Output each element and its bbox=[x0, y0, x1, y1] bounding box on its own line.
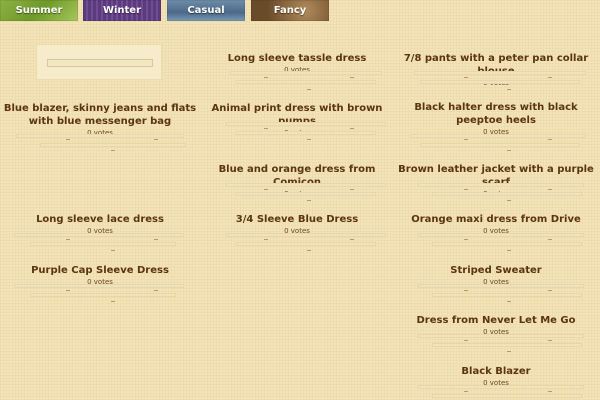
rating-bar[interactable] bbox=[420, 143, 580, 147]
tab-fancy[interactable]: Fancy bbox=[251, 0, 329, 21]
rating-bar[interactable] bbox=[226, 122, 386, 126]
separator bbox=[66, 239, 70, 240]
outfit-title[interactable]: Black halter dress with black peeptoe he… bbox=[404, 101, 588, 127]
separator bbox=[264, 128, 268, 129]
rating-bar[interactable] bbox=[16, 134, 184, 138]
separator bbox=[548, 391, 552, 392]
rating-bar[interactable] bbox=[410, 134, 586, 138]
separator bbox=[464, 391, 468, 392]
rating-bar[interactable] bbox=[226, 233, 386, 237]
separator bbox=[548, 139, 552, 140]
search-panel bbox=[36, 44, 162, 80]
tab-summer[interactable]: Summer bbox=[0, 0, 78, 21]
outfit-title[interactable]: Black Blazer bbox=[404, 365, 588, 378]
separator bbox=[548, 290, 552, 291]
separator bbox=[264, 77, 268, 78]
rating-bar[interactable] bbox=[30, 293, 176, 297]
separator bbox=[66, 139, 70, 140]
separator bbox=[350, 189, 354, 190]
separator bbox=[350, 77, 354, 78]
rating-bar[interactable] bbox=[418, 284, 584, 288]
outfit-title[interactable]: Long sleeve lace dress bbox=[10, 213, 190, 226]
outfit-title[interactable]: Blue blazer, skinny jeans and flats with… bbox=[2, 102, 198, 128]
separator bbox=[350, 128, 354, 129]
rating-bar[interactable] bbox=[236, 192, 376, 196]
rating-bar[interactable] bbox=[432, 343, 582, 347]
separator bbox=[307, 250, 311, 251]
separator bbox=[154, 290, 158, 291]
rating-bar[interactable] bbox=[418, 183, 584, 187]
rating-bar[interactable] bbox=[236, 80, 376, 84]
outfit-title[interactable]: 3/4 Sleeve Blue Dress bbox=[208, 213, 386, 226]
rating-bar[interactable] bbox=[420, 80, 580, 84]
rating-bar[interactable] bbox=[230, 71, 382, 75]
rating-bar[interactable] bbox=[226, 183, 386, 187]
outfit-title[interactable]: Orange maxi dress from Drive bbox=[404, 213, 588, 226]
separator bbox=[111, 301, 115, 302]
separator bbox=[548, 340, 552, 341]
outfit-title[interactable]: Dress from Never Let Me Go bbox=[404, 314, 588, 327]
rating-bar[interactable] bbox=[236, 131, 376, 135]
rating-bar[interactable] bbox=[418, 385, 584, 389]
separator bbox=[264, 239, 268, 240]
separator bbox=[548, 189, 552, 190]
rating-bar[interactable] bbox=[418, 334, 584, 338]
separator bbox=[548, 77, 552, 78]
list-item[interactable]: Black halter dress with black peeptoe he… bbox=[404, 101, 588, 137]
separator bbox=[507, 150, 511, 151]
rating-bar[interactable] bbox=[40, 143, 186, 147]
separator bbox=[350, 239, 354, 240]
rating-bar[interactable] bbox=[14, 233, 184, 237]
rating-bar[interactable] bbox=[14, 284, 184, 288]
separator bbox=[111, 250, 115, 251]
separator bbox=[111, 150, 115, 151]
list-item[interactable]: Blue blazer, skinny jeans and flats with… bbox=[2, 102, 198, 138]
separator bbox=[464, 139, 468, 140]
rating-bar[interactable] bbox=[418, 233, 584, 237]
rating-bar[interactable] bbox=[414, 71, 586, 75]
separator bbox=[154, 139, 158, 140]
separator bbox=[507, 89, 511, 90]
separator bbox=[507, 351, 511, 352]
separator bbox=[464, 239, 468, 240]
separator bbox=[307, 200, 311, 201]
rating-bar[interactable] bbox=[236, 242, 376, 246]
separator bbox=[464, 340, 468, 341]
rating-bar[interactable] bbox=[432, 192, 582, 196]
search-input[interactable] bbox=[47, 59, 153, 67]
separator bbox=[464, 189, 468, 190]
separator bbox=[307, 139, 311, 140]
separator bbox=[548, 239, 552, 240]
separator bbox=[264, 189, 268, 190]
separator bbox=[507, 250, 511, 251]
rating-bar[interactable] bbox=[432, 293, 582, 297]
separator bbox=[507, 200, 511, 201]
rating-bar[interactable] bbox=[432, 394, 582, 398]
tab-casual[interactable]: Casual bbox=[167, 0, 245, 21]
separator bbox=[507, 301, 511, 302]
separator bbox=[464, 77, 468, 78]
outfit-title[interactable]: Purple Cap Sleeve Dress bbox=[10, 264, 190, 277]
outfit-title[interactable]: Long sleeve tassle dress bbox=[208, 52, 386, 65]
outfit-title[interactable]: Striped Sweater bbox=[404, 264, 588, 277]
separator bbox=[154, 239, 158, 240]
separator bbox=[66, 290, 70, 291]
rating-bar[interactable] bbox=[30, 242, 176, 246]
separator bbox=[307, 89, 311, 90]
tab-winter[interactable]: Winter bbox=[83, 0, 161, 21]
separator bbox=[464, 290, 468, 291]
rating-bar[interactable] bbox=[432, 242, 582, 246]
